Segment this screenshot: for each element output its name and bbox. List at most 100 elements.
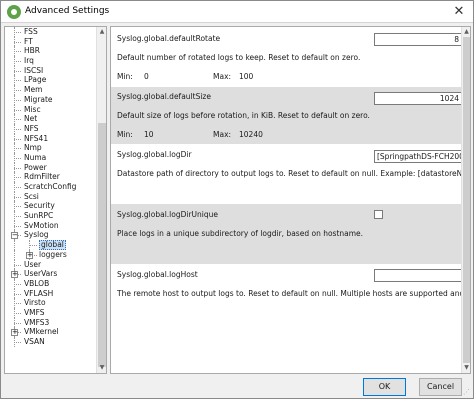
tree-item-svmotion[interactable]: SvMotion — [5, 220, 97, 231]
tree-item-label: Net — [24, 114, 38, 124]
tree-item-power[interactable]: Power — [5, 162, 97, 173]
resize-grip-icon[interactable]: ⋰ — [463, 388, 471, 396]
tree-item-nfs41[interactable]: NFS41 — [5, 133, 97, 144]
tree-item-vsan[interactable]: VSAN — [5, 337, 97, 347]
tree-item-sunrpc[interactable]: SunRPC — [5, 211, 97, 221]
tree-guide-line — [14, 225, 21, 227]
tree-item-loggers[interactable]: + loggers — [5, 249, 97, 260]
tree-item-label: NFS41 — [24, 133, 49, 143]
tree-item-nfs[interactable]: NFS — [5, 123, 97, 134]
tree-item-user[interactable]: User — [5, 259, 97, 270]
tree-item-nmp[interactable]: Nmp — [5, 143, 97, 153]
tree-list: FSS FT HBR Irq ISCSI LPage Mem Migrate Misc Net NF… — [5, 27, 97, 347]
setting-description: Default size of logs before rotation, in… — [117, 111, 370, 120]
default-size-input[interactable]: 1024 — [374, 92, 462, 105]
tree-guide-line — [14, 157, 21, 159]
tree-item-label: loggers — [39, 249, 67, 259]
expand-icon[interactable]: + — [11, 329, 18, 337]
tree-item-security[interactable]: Security — [5, 201, 97, 212]
tree-item-ft[interactable]: FT — [5, 36, 97, 47]
tree-guide-line — [14, 283, 21, 285]
tree-item-label: VFLASH — [24, 288, 54, 298]
tree-guide-line — [14, 70, 21, 72]
tree-item-global[interactable]: global — [5, 240, 97, 250]
tree-item-vflash[interactable]: VFLASH — [5, 288, 97, 299]
tree-item-label: Migrate — [24, 94, 53, 104]
tree-item-uservars[interactable]: + UserVars — [5, 269, 97, 279]
scroll-up-arrow-icon[interactable]: ▲ — [462, 27, 470, 37]
tree-item-mem[interactable]: Mem — [5, 85, 97, 95]
setting-range: Min: 10 Max: 10240 — [117, 130, 263, 139]
tree-item-irq[interactable]: Irq — [5, 56, 97, 66]
tree-item-label: ISCSI — [24, 65, 44, 75]
tree-item-label: UserVars — [24, 269, 58, 279]
tree-guide-line — [14, 99, 21, 101]
tree-vertical-scrollbar[interactable]: ▲ ▼ — [96, 27, 106, 373]
max-value: 10240 — [239, 130, 263, 139]
setting-row-log-dir-unique: Syslog.global.logDirUnique Place logs in… — [111, 204, 462, 264]
expand-icon[interactable]: + — [11, 271, 18, 279]
collapse-icon[interactable]: − — [11, 232, 18, 240]
title-bar: Advanced Settings ✕ — [1, 1, 473, 23]
setting-row-log-host: Syslog.global.logHost The remote host to… — [111, 264, 462, 373]
tree-item-vblob[interactable]: VBLOB — [5, 278, 97, 289]
tree-item-iscsi[interactable]: ISCSI — [5, 65, 97, 76]
tree-item-label: FT — [24, 36, 33, 46]
tree-item-label: VSAN — [24, 337, 45, 346]
tree-guide-line — [14, 109, 21, 111]
tree-item-label: Irq — [24, 56, 34, 66]
window-title: Advanced Settings — [25, 6, 110, 16]
tree-item-scsi[interactable]: Scsi — [5, 191, 97, 202]
tree-guide-line — [14, 90, 21, 92]
tree-guide-line — [14, 32, 21, 33]
tree-item-label: VMFS — [24, 307, 45, 317]
tree-item-label: Nmp — [24, 143, 42, 153]
setting-description: Default number of rotated logs to keep. … — [117, 53, 361, 62]
vsphere-app-icon — [7, 5, 21, 19]
tree-item-label: Misc — [24, 104, 41, 114]
scroll-down-arrow-icon[interactable]: ▼ — [97, 363, 106, 373]
tree-item-label: VBLOB — [24, 278, 50, 288]
tree-item-virsto[interactable]: Virsto — [5, 298, 97, 308]
ok-button[interactable]: OK — [363, 378, 406, 396]
tree-item-scratchconfig[interactable]: ScratchConfig — [5, 182, 97, 192]
setting-name: Syslog.global.logDir — [117, 150, 192, 159]
tree-item-fss[interactable]: FSS — [5, 27, 97, 37]
setting-row-log-dir: Syslog.global.logDir [SpringpathDS-FCH20… — [111, 144, 462, 204]
tree-item-label: Syslog — [24, 230, 49, 240]
tree-guide-line — [14, 196, 21, 198]
tree-item-syslog[interactable]: − Syslog — [5, 230, 97, 241]
advanced-settings-dialog: Advanced Settings ✕ FSS FT HBR Irq ISCSI LPag… — [0, 0, 474, 399]
tree-item-hbr[interactable]: HBR — [5, 46, 97, 57]
tree-item-lpage[interactable]: LPage — [5, 75, 97, 86]
tree-item-label: Mem — [24, 85, 43, 95]
tree-item-net[interactable]: Net — [5, 114, 97, 124]
tree-item-numa[interactable]: Numa — [5, 152, 97, 163]
tree-guide-line — [29, 245, 37, 247]
tree-item-migrate[interactable]: Migrate — [5, 94, 97, 105]
settings-vertical-scrollbar[interactable]: ▲ ▼ — [461, 27, 470, 373]
tree-guide-line — [14, 41, 21, 43]
tree-item-misc[interactable]: Misc — [5, 104, 97, 115]
setting-description: The remote host to output logs to. Reset… — [117, 289, 462, 298]
tree-item-vmfs[interactable]: VMFS — [5, 307, 97, 318]
cancel-button[interactable]: Cancel — [419, 378, 462, 396]
tree-item-label: Scsi — [24, 191, 39, 201]
tree-item-vmkernel[interactable]: + VMkernel — [5, 327, 97, 337]
max-value: 100 — [239, 72, 254, 81]
scroll-down-arrow-icon[interactable]: ▼ — [462, 363, 470, 373]
default-rotate-input[interactable]: 8 — [374, 33, 462, 46]
tree-item-vmfs3[interactable]: VMFS3 — [5, 317, 97, 328]
settings-scroll-thumb[interactable] — [463, 37, 470, 363]
log-dir-unique-checkbox[interactable] — [374, 210, 383, 219]
log-dir-input[interactable]: [SpringpathDS-FCH2002V2 — [374, 150, 462, 163]
scroll-up-arrow-icon[interactable]: ▲ — [97, 27, 106, 37]
tree-scroll-thumb[interactable] — [98, 123, 106, 367]
tree-item-label: global — [39, 240, 66, 250]
close-icon[interactable]: ✕ — [451, 4, 467, 20]
tree-item-label: LPage — [24, 75, 47, 85]
tree-item-label: NFS — [24, 123, 39, 133]
expand-icon[interactable]: + — [26, 251, 33, 259]
log-host-input[interactable] — [374, 269, 462, 282]
tree-item-rdmfilter[interactable]: RdmFilter — [5, 172, 97, 182]
